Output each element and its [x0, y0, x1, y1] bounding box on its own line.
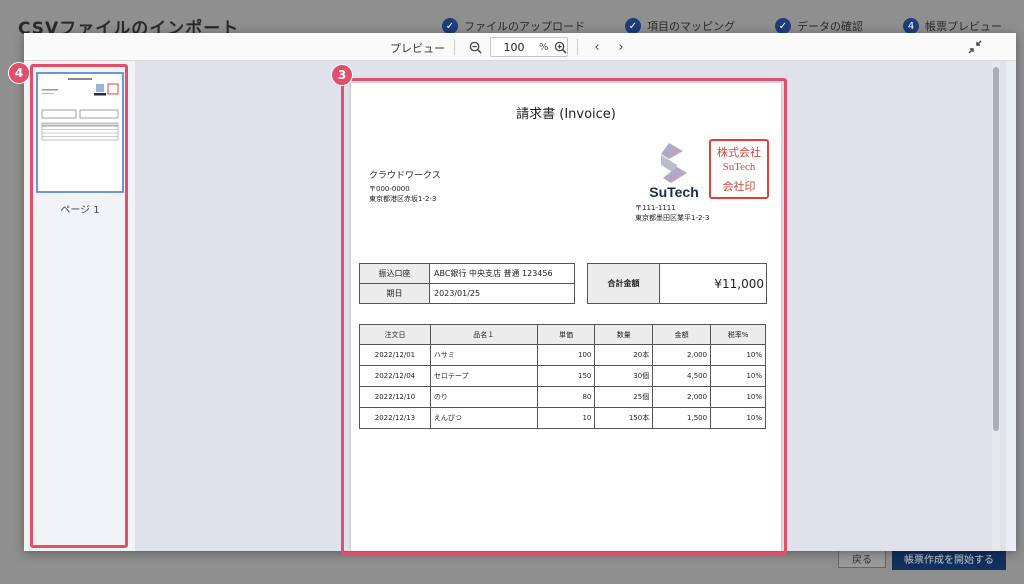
step-number-icon: 4: [903, 18, 919, 34]
customer-address: 東京都港区赤坂1-2-3: [369, 195, 437, 203]
table-row: 2022/12/13 えんぴつ 10 150本 1,500 10%: [359, 407, 766, 429]
table-row: 2022/12/10 のり 80 25個 2,000 10%: [359, 386, 766, 408]
total-value: ¥11,000: [714, 276, 764, 291]
vertical-scrollbar[interactable]: [992, 61, 1000, 551]
annotation-badge-4: 4: [8, 62, 30, 84]
due-date-label: 期日: [359, 283, 430, 304]
company-zip: 〒111-1111: [635, 204, 676, 212]
company-seal: 株式会社 SuTech 会社印: [709, 139, 769, 199]
table-header-row: 注文日 品名１ 単価 数量 金額 税率%: [359, 324, 766, 345]
invoice-page: 請求書 (Invoice) クラウドワークス 〒000-0000 東京都港区赤坂…: [351, 83, 781, 551]
chevron-right-icon: ›: [618, 39, 624, 55]
col-header-unit-price: 単価: [536, 324, 596, 345]
bank-value: ABC銀行 中央支店 普通 123456: [429, 263, 575, 284]
table-row: 2022/12/01 ハサミ 100 20本 2,000 10%: [359, 344, 766, 366]
check-icon: ✓: [775, 18, 791, 34]
thumbnail-caption: ページ 1: [60, 205, 100, 216]
customer-zip: 〒000-0000: [369, 185, 410, 193]
zoom-input[interactable]: [491, 40, 537, 54]
step-confirm: ✓ データの確認: [775, 18, 863, 34]
company-logo-text: SuTech: [649, 184, 699, 200]
check-icon: ✓: [442, 18, 458, 34]
preview-viewer: 請求書 (Invoice) クラウドワークス 〒000-0000 東京都港区赤坂…: [136, 61, 1006, 551]
zoom-unit: %: [539, 41, 549, 53]
preview-toolbar: プレビュー % ‹ ›: [24, 33, 1016, 61]
invoice-title: 請求書 (Invoice): [516, 107, 616, 122]
col-header-amount: 金額: [652, 324, 712, 345]
page-thumbnail-preview: [41, 78, 119, 141]
check-icon: ✓: [625, 18, 641, 34]
payment-info-table: 振込口座 ABC銀行 中央支店 普通 123456 期日 2023/01/25: [359, 263, 575, 304]
scrollbar-thumb[interactable]: [993, 67, 999, 431]
total-label: 合計金額: [588, 264, 660, 303]
col-header-quantity: 数量: [594, 324, 654, 345]
zoom-in-icon: [554, 41, 567, 54]
toolbar-title: プレビュー: [390, 42, 445, 55]
collapse-icon: [968, 40, 982, 54]
total-amount-box: 合計金額 ¥11,000: [587, 263, 767, 304]
toolbar-divider: [454, 39, 455, 55]
stepper: ✓ ファイルのアップロード ✓ 項目のマッピング ✓ データの確認 4 帳票プレビュー: [442, 18, 1002, 34]
preview-modal: プレビュー % ‹ ›: [24, 33, 1016, 551]
prev-page-button[interactable]: ‹: [587, 37, 607, 57]
exit-fullscreen-button[interactable]: [965, 37, 985, 57]
company-address: 東京都墨田区業平1-2-3: [635, 214, 710, 222]
line-items-table: 注文日 品名１ 単価 数量 金額 税率% 2022/12/01 ハサミ 100 …: [359, 324, 766, 429]
next-page-button[interactable]: ›: [611, 37, 631, 57]
due-date-value: 2023/01/25: [429, 283, 575, 304]
back-button[interactable]: 戻る: [838, 548, 886, 568]
zoom-out-icon: [469, 41, 482, 54]
zoom-in-button[interactable]: [550, 37, 570, 57]
table-row: 2022/12/04 セロテープ 150 30個 4,500 10%: [359, 365, 766, 387]
bank-label: 振込口座: [359, 263, 430, 284]
col-header-item-name: 品名１: [429, 324, 538, 345]
col-header-order-date: 注文日: [359, 324, 431, 345]
step-mapping: ✓ 項目のマッピング: [625, 18, 735, 34]
toolbar-divider: [577, 39, 578, 55]
annotation-badge-3: 3: [331, 64, 353, 86]
thumbnail-panel: ページ 1: [24, 61, 136, 551]
step-upload: ✓ ファイルのアップロード: [442, 18, 585, 34]
step-preview: 4 帳票プレビュー: [903, 18, 1002, 34]
zoom-out-button[interactable]: [465, 37, 485, 57]
customer-name: クラウドワークス: [369, 171, 441, 181]
chevron-left-icon: ‹: [594, 39, 600, 55]
col-header-tax-rate: 税率%: [710, 324, 766, 345]
page-thumbnail[interactable]: [36, 72, 124, 193]
